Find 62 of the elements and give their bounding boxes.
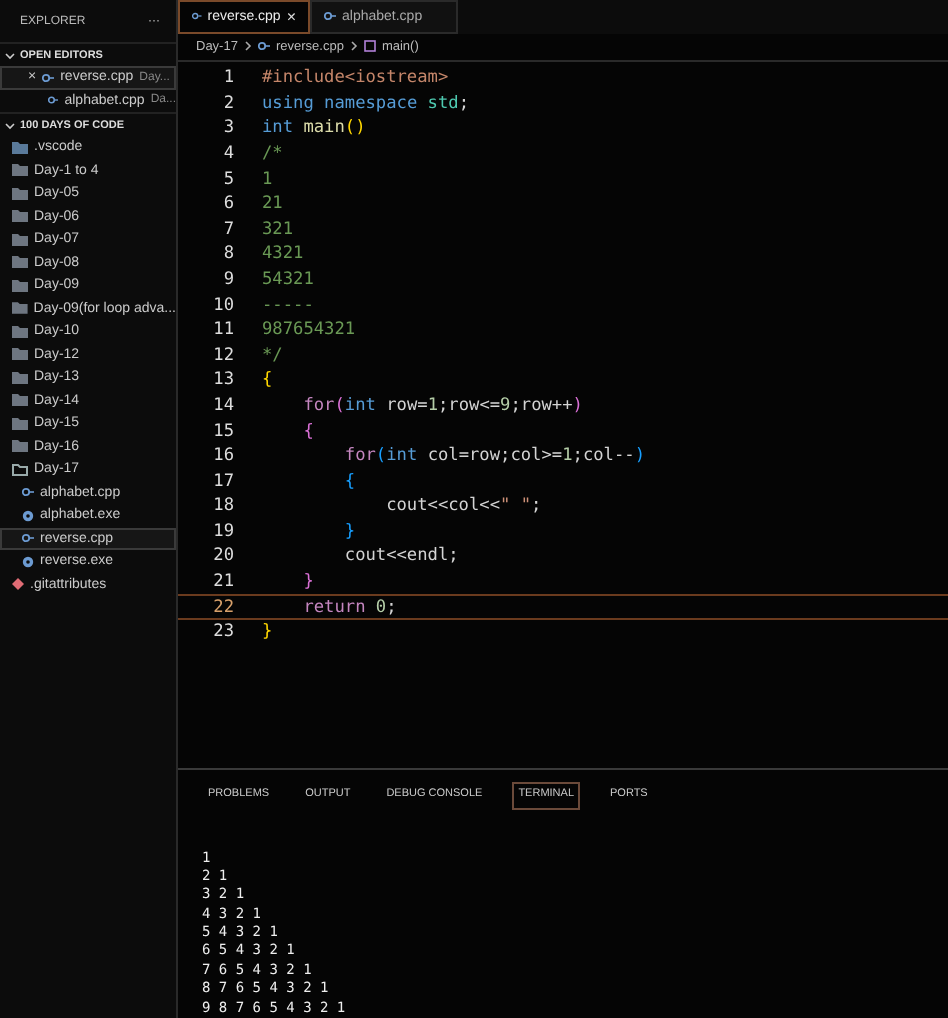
cube-icon — [363, 40, 376, 53]
code-line: using namespace std; — [262, 93, 470, 114]
code-line: { — [262, 370, 273, 391]
chevron-icon — [243, 40, 252, 53]
code-line: 4321 — [262, 244, 304, 265]
code-line: int main() — [262, 118, 366, 139]
line-number: 20 — [211, 546, 236, 567]
cpp-file-icon — [42, 71, 55, 84]
code-line: for(int row=1;row<=9;row++) — [301, 395, 583, 416]
code-line: 54321 — [262, 269, 314, 290]
line-number: 17 — [211, 471, 236, 492]
code-line: cout<<endl; — [342, 546, 459, 567]
code-line: 1 — [262, 169, 273, 190]
line-number: 12 — [211, 345, 236, 366]
code-line: { — [342, 471, 356, 492]
code-line: } — [262, 622, 273, 643]
cpp-file-icon — [192, 10, 202, 23]
code-line: } — [342, 521, 356, 542]
line-number: 9 — [221, 269, 236, 290]
line-number: 11 — [211, 320, 236, 341]
diamond-icon — [12, 578, 24, 591]
line-number: 5 — [221, 169, 236, 190]
line-number: 22 — [211, 597, 236, 618]
close-icon[interactable]: × — [286, 7, 296, 26]
cpp-file-icon — [257, 40, 270, 53]
line-number: 2 — [221, 93, 236, 114]
chevron-icon[interactable] — [4, 49, 16, 61]
code-line: 21 — [262, 194, 283, 215]
code-line: ----- — [262, 295, 314, 316]
line-number: 7 — [221, 219, 236, 240]
code-line: 321 — [262, 219, 294, 240]
line-number: 16 — [211, 446, 236, 467]
line-number: 6 — [221, 194, 236, 215]
line-number: 15 — [211, 421, 236, 441]
code-line: } — [301, 572, 314, 593]
line-number: 14 — [211, 395, 236, 416]
line-number: 19 — [211, 521, 236, 542]
cpp-file-icon — [22, 486, 34, 499]
line-number: 23 — [211, 622, 236, 643]
gear-icon — [22, 509, 34, 522]
code-line: /* — [262, 143, 283, 164]
line-number: 18 — [211, 496, 236, 517]
gear-icon — [22, 555, 34, 568]
chevron-icon[interactable] — [4, 119, 16, 131]
line-number: 21 — [211, 572, 236, 593]
code-line: 987654321 — [262, 320, 356, 341]
line-number: 4 — [221, 143, 236, 164]
line-number: 8 — [221, 244, 236, 265]
line-number: 1 — [221, 68, 236, 89]
cpp-file-icon — [324, 10, 336, 23]
code-line: return 0; — [301, 597, 397, 618]
line-number: 10 — [211, 295, 236, 316]
code-line: for(int col=row;col>=1;col--) — [342, 446, 645, 467]
line-number: 3 — [221, 118, 236, 139]
code-line: #include<iostream> — [262, 68, 449, 89]
code-line: { — [301, 421, 314, 441]
cpp-file-icon — [22, 532, 34, 545]
cpp-file-icon — [48, 94, 59, 107]
code-line: cout<<col<<" "; — [384, 496, 542, 517]
chevron-icon — [349, 40, 358, 53]
code-line: */ — [262, 345, 283, 366]
line-number: 13 — [211, 370, 236, 391]
